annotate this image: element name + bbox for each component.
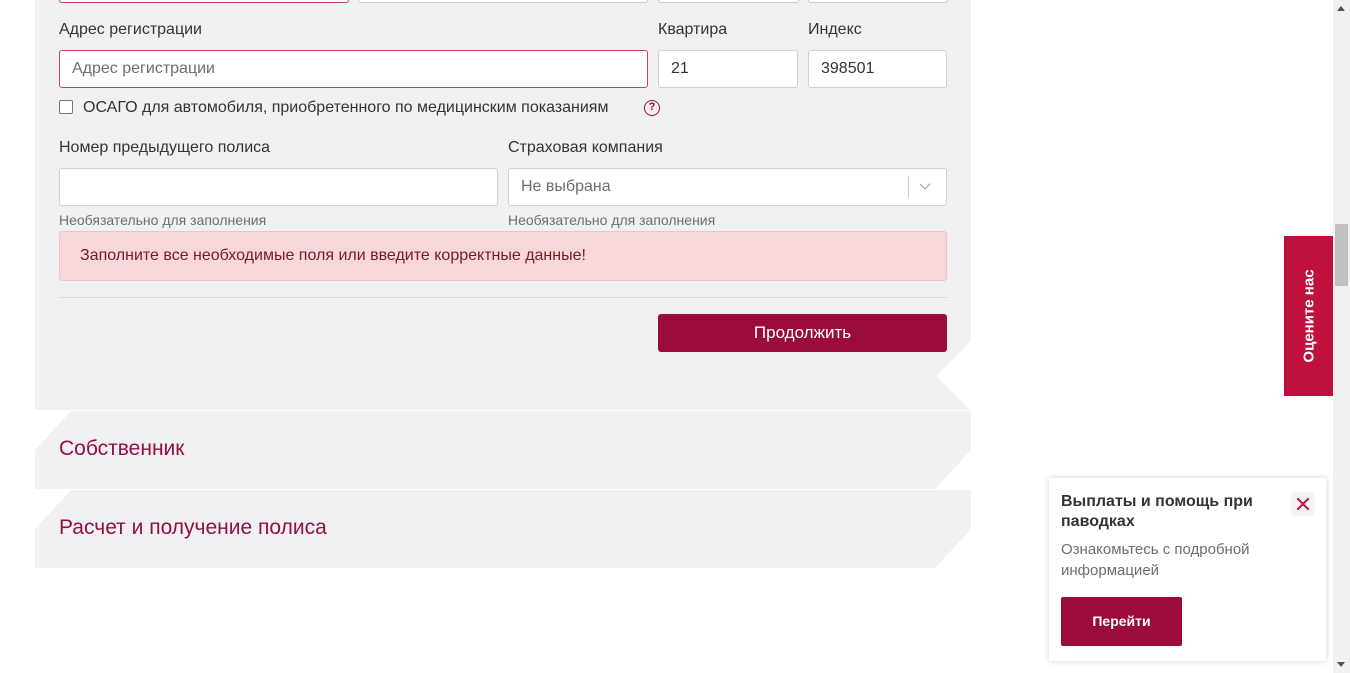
address-placeholder: Адрес регистрации [72,60,215,77]
section-notch-right [935,450,971,489]
section-notch-right [935,529,971,568]
scroll-down-arrow-icon[interactable] [1337,662,1345,667]
section-calculation[interactable]: Расчет и получение полиса [35,490,971,568]
popup-text: Ознакомьтесь с подробной информацией [1061,541,1250,579]
prev-field-stub-4 [808,0,948,3]
popup-go-button[interactable]: Перейти [1061,597,1182,646]
index-input[interactable]: 398501 [808,50,947,88]
scroll-thumb[interactable] [1335,224,1348,286]
notification-popup: Выплаты и помощь при паводках Ознакомьте… [1049,478,1326,661]
rate-us-label: Оцените нас [1300,269,1317,363]
rate-us-tab[interactable]: Оцените нас [1284,236,1333,396]
medical-checkbox-label: ОСАГО для автомобиля, приобретенного по … [83,99,609,116]
address-label: Адрес регистрации [59,21,202,38]
prev-policy-label: Номер предыдущего полиса [59,139,271,156]
select-separator [908,176,909,198]
insurer-label: Страховая компания [508,139,663,156]
insurer-select[interactable]: Не выбрана [508,168,947,206]
section-calculation-title: Расчет и получение полиса [59,516,327,539]
popup-title: Выплаты и помощь при паводках [1061,493,1253,530]
section-owner[interactable]: Собственник [35,411,971,489]
continue-button[interactable]: Продолжить [658,314,947,352]
prev-field-stub-3 [658,0,799,3]
prev-field-stub-1 [59,0,349,3]
divider [59,297,947,298]
help-icon[interactable]: ? [644,100,660,116]
scroll-up-arrow-icon[interactable] [1337,6,1345,11]
index-label: Индекс [808,21,862,38]
error-alert: Заполните все необходимые поля или введи… [59,231,947,281]
prev-field-stub-2 [358,0,648,3]
medical-checkbox[interactable] [59,100,73,114]
insurer-selected-value: Не выбрана [521,178,611,195]
scrollbar[interactable] [1333,0,1350,673]
prev-policy-input[interactable] [59,168,498,206]
close-icon[interactable] [1291,492,1315,516]
address-input[interactable]: Адрес регистрации [59,50,648,88]
apartment-input[interactable]: 21 [658,50,798,88]
prev-policy-hint: Необязательно для заполнения [59,212,267,228]
section-owner-title: Собственник [59,437,185,460]
apartment-label: Квартира [658,21,728,38]
insurer-hint: Необязательно для заполнения [508,212,716,228]
